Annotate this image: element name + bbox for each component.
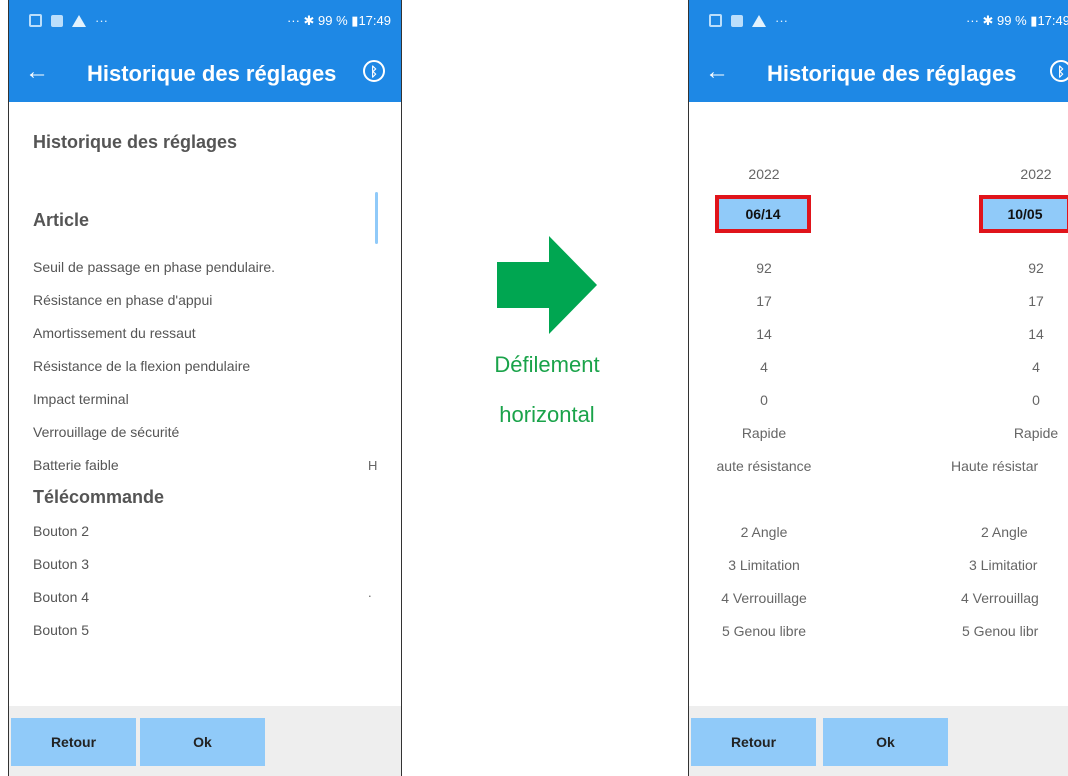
value-cell: Haute résistar [951, 458, 1039, 474]
warning-icon [752, 14, 766, 27]
bottom-bar: Retour Ok [689, 706, 1068, 776]
year-label: 2022 [1020, 166, 1052, 182]
value-cell: 92 [1028, 260, 1044, 276]
clipped-value: H [368, 458, 378, 473]
history-columns: 2022 06/14 92 17 14 4 0 Rapide aute rési… [689, 102, 1068, 776]
back-arrow-icon[interactable]: ← [705, 58, 729, 86]
value-cell: 17 [1028, 293, 1044, 309]
date-cell-selected[interactable]: 06/14 [715, 195, 811, 233]
status-icons: ··· [709, 13, 788, 28]
list-item: Bouton 5 [33, 622, 90, 638]
date-cell-selected[interactable]: 10/05 [979, 195, 1068, 233]
phone-screen-scrolled: ··· ··· ✱ 99 % ▮17:49 ← Historique des r… [688, 0, 1068, 776]
value-cell: Rapide [1013, 425, 1059, 441]
value-cell: 0 [1032, 392, 1040, 408]
remote-cell: 3 Limitation [728, 557, 800, 573]
list-item: Amortissement du ressaut [33, 325, 196, 341]
remote-cell: 4 Verrouillag [961, 590, 1039, 606]
bluetooth-icon[interactable]: ᛒ [363, 60, 385, 82]
page-heading: Historique des réglages [33, 132, 238, 152]
app-bar: ← Historique des réglages ᛒ [9, 46, 401, 102]
image-icon [731, 14, 743, 27]
ok-button[interactable]: Ok [140, 718, 265, 766]
list-item: Résistance de la flexion pendulaire [33, 358, 251, 374]
status-icons: ··· [29, 13, 108, 28]
status-bar: ··· ··· ✱ 99 % ▮17:49 [9, 0, 401, 46]
status-right: ··· ✱ 99 % ▮17:49 [286, 13, 391, 28]
list-item: Résistance en phase d'appui [33, 292, 213, 308]
bluetooth-icon[interactable]: ᛒ [1050, 60, 1068, 82]
status-right: ··· ✱ 99 % ▮17:49 [965, 13, 1068, 28]
list-item: Verrouillage de sécurité [33, 424, 180, 440]
value-cell: Rapide [741, 425, 787, 441]
back-button[interactable]: Retour [11, 718, 136, 766]
value-cell: 17 [756, 293, 772, 309]
back-button[interactable]: Retour [691, 718, 816, 766]
value-cell: aute résistance [716, 458, 812, 474]
remote-cell: 2 Angle [981, 524, 1028, 540]
more-dots-icon: ··· [95, 13, 108, 28]
remote-cell: 2 Angle [740, 524, 788, 540]
year-label: 2022 [748, 166, 780, 182]
clipped-value: . [368, 585, 372, 600]
right-arrow-icon [497, 236, 597, 334]
app-bar: ← Historique des réglages ᛒ [689, 46, 1068, 102]
list-item: Batterie faible [33, 457, 119, 473]
value-cell: 14 [1028, 326, 1044, 342]
history-list: Historique des réglages Article Seuil de… [9, 102, 401, 776]
list-item: Seuil de passage en phase pendulaire. [33, 259, 276, 275]
value-cell: 4 [1032, 359, 1040, 375]
warning-icon [72, 14, 86, 27]
app-title: Historique des réglages [87, 61, 337, 86]
notification-icon [29, 14, 42, 27]
more-dots-icon: ··· [775, 13, 788, 28]
annotation-line1: Défilement [494, 352, 600, 377]
back-arrow-icon[interactable]: ← [25, 58, 49, 86]
bottom-bar: Retour Ok [9, 706, 401, 776]
remote-heading: Télécommande [33, 487, 165, 507]
remote-cell: 5 Genou libre [721, 623, 807, 639]
list-item: Bouton 3 [33, 556, 90, 572]
ok-button[interactable]: Ok [823, 718, 948, 766]
app-title: Historique des réglages [767, 61, 1017, 86]
remote-cell: 5 Genou libr [962, 623, 1039, 639]
annotation-line2: horizontal [499, 402, 595, 427]
remote-cell: 3 Limitatior [969, 557, 1038, 573]
value-cell: 0 [760, 392, 768, 408]
status-bar: ··· ··· ✱ 99 % ▮17:49 [689, 0, 1068, 46]
phone-screen-list: ··· ··· ✱ 99 % ▮17:49 ← Historique des r… [8, 0, 402, 776]
value-cell: 92 [756, 260, 772, 276]
list-item: Bouton 4 [33, 589, 90, 605]
image-icon [51, 14, 63, 27]
scroll-indicator[interactable] [375, 192, 378, 244]
article-heading: Article [33, 210, 90, 230]
remote-cell: 4 Verrouillage [721, 590, 807, 606]
value-cell: 14 [756, 326, 772, 342]
list-item: Impact terminal [33, 391, 129, 407]
value-cell: 4 [760, 359, 768, 375]
notification-icon [709, 14, 722, 27]
list-item: Bouton 2 [33, 523, 90, 539]
